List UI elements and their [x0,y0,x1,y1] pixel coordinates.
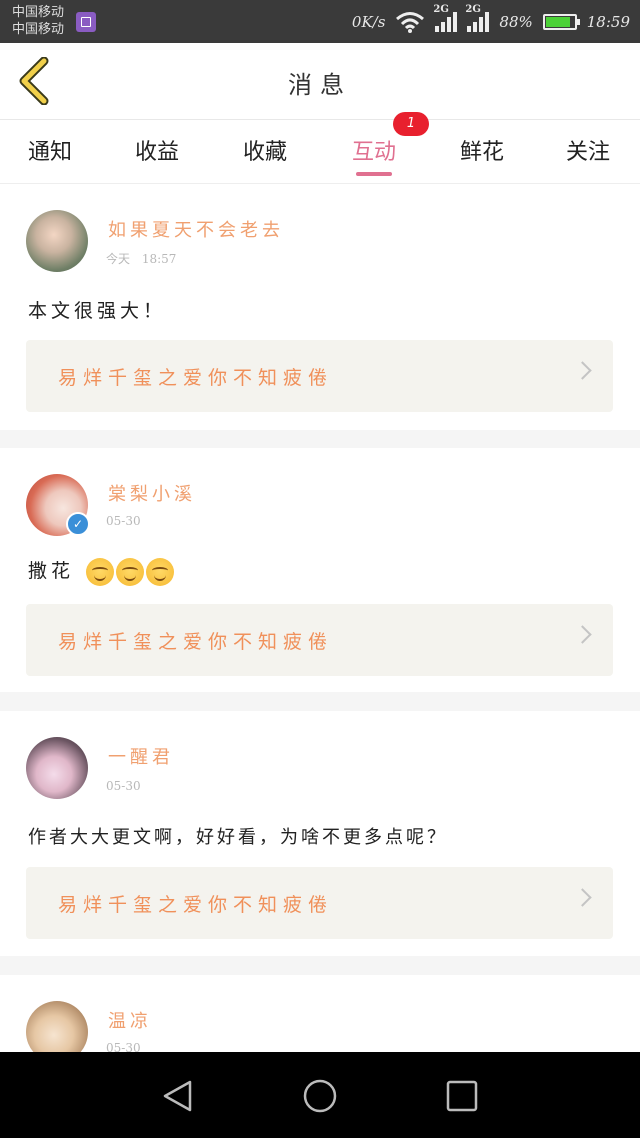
quoted-article-title: 易烊千玺之爱你不知疲倦 [58,894,334,916]
tab-interactions[interactable]: 互动 [334,134,414,166]
time-label: 05-30 [106,514,141,528]
username[interactable]: 一醒君 [108,743,174,769]
chevron-right-icon [573,625,592,644]
date-label: 今天 [106,252,131,266]
interactions-unread-badge: 1 [393,112,429,136]
quoted-article-title: 易烊千玺之爱你不知疲倦 [58,631,334,653]
list-item: 温凉 05-30 [0,975,640,1052]
wifi-icon [396,11,425,33]
list-item: 如果夏天不会老去 今天 18:57 本文很强大！ 易烊千玺之爱你不知疲倦 [0,184,640,430]
quoted-article-link[interactable]: 易烊千玺之爱你不知疲倦 [26,604,613,676]
comment-content: 撒花 [28,556,175,586]
system-navigation-bar [0,1052,640,1138]
status-bar: 中国移动 中国移动 0K/s 2G 2G 88% 18:59 [0,0,640,43]
chevron-right-icon [573,361,592,380]
verified-badge-icon: ✓ [66,512,90,536]
time-label: 05-30 [106,779,141,793]
list-item: ✓ 棠梨小溪 05-30 撒花 易烊千玺之爱你不知疲倦 [0,448,640,692]
smile-emoji-icon [116,558,145,586]
active-tab-indicator [356,172,392,176]
username[interactable]: 温凉 [108,1007,152,1033]
username[interactable]: 如果夏天不会老去 [108,216,284,242]
battery-percent: 88% [499,12,533,31]
status-indicators: 0K/s 2G 2G 88% 18:59 [352,0,630,43]
tab-bar: 通知 收益 收藏 互动 鲜花 关注 [0,120,640,184]
clock: 18:59 [586,12,630,31]
carrier-line-1: 中国移动 [12,5,65,20]
smile-emoji-icon [146,558,175,586]
recents-square-icon[interactable] [444,1078,480,1114]
username[interactable]: 棠梨小溪 [108,480,196,506]
comment-text: 本文很强大！ [28,300,167,322]
list-item: 一醒君 05-30 作者大大更文啊，好好看，为啥不更多点呢？ 易烊千玺之爱你不知… [0,711,640,956]
title-bar: 消息 [0,43,640,120]
comment-text: 作者大大更文啊，好好看，为啥不更多点呢？ [28,827,448,848]
tab-favorites[interactable]: 收藏 [225,134,305,166]
tab-following[interactable]: 关注 [548,134,628,166]
carrier-info: 中国移动 中国移动 [12,4,64,38]
chevron-right-icon [573,888,592,907]
quoted-article-link[interactable]: 易烊千玺之爱你不知疲倦 [26,340,613,412]
smile-emoji-icon [86,558,115,586]
quoted-article-link[interactable]: 易烊千玺之爱你不知疲倦 [26,867,613,939]
tab-earnings[interactable]: 收益 [117,134,197,166]
home-circle-icon[interactable] [302,1078,338,1114]
signal-2-tag: 2G [465,3,481,15]
signal-bars-1-icon: 2G [433,4,458,32]
avatar[interactable] [26,210,88,272]
back-triangle-icon[interactable] [160,1078,196,1114]
signal-1-tag: 2G [433,3,449,15]
battery-icon [542,13,580,30]
net-speed: 0K/s [351,12,386,31]
gallery-notification-icon [76,12,96,32]
timestamp: 今天 18:57 [106,250,176,267]
quoted-article-title: 易烊千玺之爱你不知疲倦 [58,367,334,389]
time-label: 05-30 [106,1041,141,1052]
carrier-line-2: 中国移动 [12,22,65,37]
comment-text: 撒花 [28,560,75,582]
avatar[interactable] [26,1001,88,1052]
page-title: 消息 [288,71,352,99]
signal-bars-2-icon: 2G [465,4,490,32]
tab-notifications[interactable]: 通知 [10,134,90,166]
tab-flowers[interactable]: 鲜花 [442,134,522,166]
avatar[interactable] [26,737,88,799]
time-label: 18:57 [141,252,177,266]
